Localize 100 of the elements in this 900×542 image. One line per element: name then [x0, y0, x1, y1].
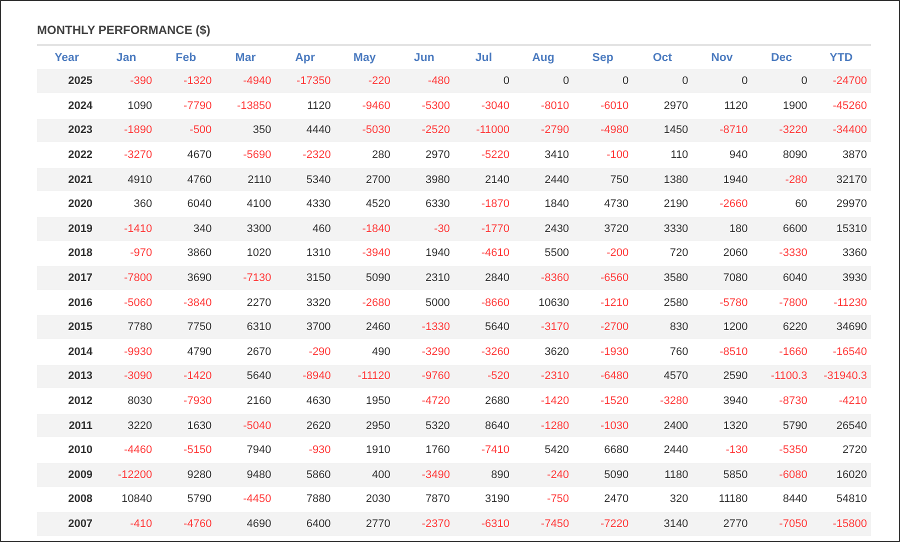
value-cell: 3940 [692, 388, 752, 414]
value-cell: 760 [632, 340, 692, 364]
year-cell: 2024 [37, 94, 97, 118]
value-cell: 32170 [811, 167, 871, 192]
value-cell: -34400 [811, 118, 871, 143]
value-cell: 7780 [96, 314, 156, 340]
value-cell: -2790 [514, 118, 574, 143]
value-cell: -3170 [514, 314, 574, 340]
value-cell: -1330 [394, 314, 454, 340]
value-cell: 0 [692, 69, 752, 94]
value-cell: 0 [632, 69, 692, 94]
value-cell: 0 [752, 69, 812, 94]
value-cell: 1950 [334, 388, 394, 414]
year-cell: 2015 [37, 314, 97, 340]
value-cell: -8510 [692, 340, 752, 364]
column-header: Dec [752, 45, 812, 69]
column-header: Jul [454, 45, 514, 69]
value-cell: -1840 [334, 216, 394, 242]
value-cell: -1420 [156, 364, 216, 389]
value-cell: 3870 [811, 142, 871, 168]
column-header: May [334, 45, 394, 69]
value-cell: -9760 [394, 364, 454, 389]
value-cell: 5640 [216, 364, 276, 389]
value-cell: 3720 [573, 216, 633, 242]
value-cell: -5030 [334, 118, 394, 143]
value-cell: 9280 [156, 462, 216, 488]
value-cell: -8940 [275, 364, 335, 389]
value-cell: 4760 [156, 167, 216, 192]
value-cell: 2670 [216, 340, 276, 364]
value-cell: -480 [394, 69, 454, 94]
value-cell: 4790 [156, 340, 216, 364]
column-header: Apr [275, 45, 335, 69]
value-cell: 2680 [454, 388, 514, 414]
value-cell: -3490 [394, 462, 454, 488]
value-cell: 1090 [96, 94, 156, 118]
value-cell: -7930 [156, 388, 216, 414]
value-cell: 3620 [514, 340, 574, 364]
value-cell: -3290 [394, 340, 454, 364]
value-cell: -6310 [454, 512, 514, 536]
year-cell: 2011 [37, 413, 97, 438]
value-cell: 1450 [632, 118, 692, 143]
value-cell: -3040 [454, 94, 514, 118]
value-cell: 3700 [275, 314, 335, 340]
value-cell: 6040 [752, 266, 812, 290]
value-cell: 490 [334, 340, 394, 364]
value-cell: 1630 [156, 413, 216, 438]
value-cell: 5850 [692, 462, 752, 488]
value-cell: 1180 [632, 462, 692, 488]
value-cell: 2770 [334, 512, 394, 536]
column-header: Mar [216, 45, 276, 69]
value-cell: 1120 [275, 94, 335, 118]
value-cell: -290 [275, 340, 335, 364]
value-cell: 26540 [811, 413, 871, 438]
value-cell: -7450 [514, 512, 574, 536]
value-cell: 4910 [96, 167, 156, 192]
value-cell: -2520 [394, 118, 454, 143]
value-cell: -4760 [156, 512, 216, 536]
value-cell: 16020 [811, 462, 871, 488]
value-cell: -30 [394, 216, 454, 242]
value-cell: -2700 [573, 314, 633, 340]
value-cell: -520 [454, 364, 514, 389]
value-cell: 0 [514, 69, 574, 94]
value-cell: 2700 [334, 167, 394, 192]
value-cell: -7800 [96, 266, 156, 290]
value-cell: 2970 [394, 142, 454, 168]
value-cell: -13850 [216, 94, 276, 118]
year-cell: 2021 [37, 167, 97, 192]
value-cell: -3220 [752, 118, 812, 143]
value-cell: 7080 [692, 266, 752, 290]
value-cell: -1890 [96, 118, 156, 143]
value-cell: 34690 [811, 314, 871, 340]
value-cell: 2460 [334, 314, 394, 340]
year-cell: 2014 [37, 340, 97, 364]
value-cell: 5640 [454, 314, 514, 340]
value-cell: 4670 [156, 142, 216, 168]
value-cell: -220 [334, 69, 394, 94]
value-cell: -15800 [811, 512, 871, 536]
year-cell: 2019 [37, 216, 97, 242]
value-cell: 7750 [156, 314, 216, 340]
value-cell: -3270 [96, 142, 156, 168]
value-cell: 2110 [216, 167, 276, 192]
value-cell: -1520 [573, 388, 633, 414]
value-cell: -7220 [573, 512, 633, 536]
value-cell: 8030 [96, 388, 156, 414]
value-cell: 5790 [752, 413, 812, 438]
year-cell: 2017 [37, 266, 97, 290]
value-cell: -7790 [156, 94, 216, 118]
value-cell: -410 [96, 512, 156, 536]
column-header: Jun [394, 45, 454, 69]
value-cell: 3410 [514, 142, 574, 168]
column-header: YTD [811, 45, 871, 69]
value-cell: 1900 [752, 94, 812, 118]
value-cell: 2970 [632, 94, 692, 118]
value-cell: -9460 [334, 94, 394, 118]
value-cell: -3090 [96, 364, 156, 389]
value-cell: -1660 [752, 340, 812, 364]
value-cell: 340 [156, 216, 216, 242]
value-cell: 0 [573, 69, 633, 94]
value-cell: -8360 [514, 266, 574, 290]
value-cell: -3280 [632, 388, 692, 414]
